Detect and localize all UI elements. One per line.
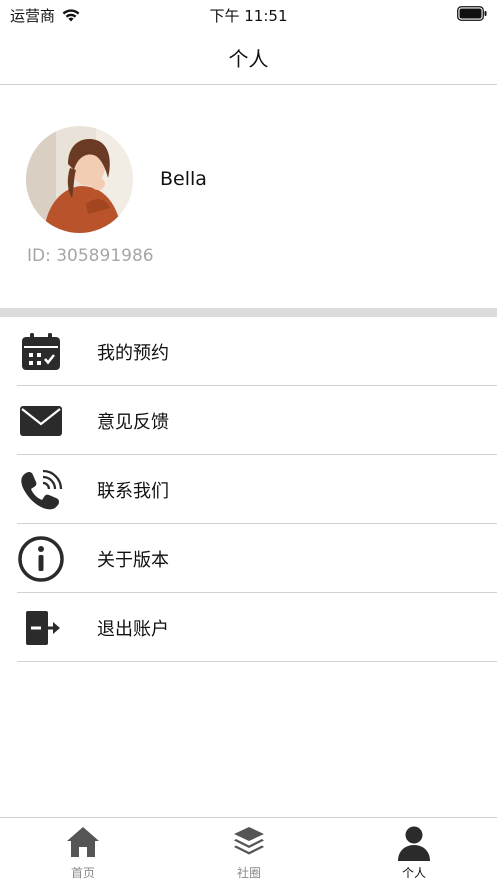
logout-icon (17, 607, 65, 649)
row-separator (17, 661, 497, 662)
avatar-photo (26, 126, 133, 233)
tab-profile[interactable]: 个人 (331, 818, 497, 883)
tab-community[interactable]: 社圈 (166, 818, 332, 883)
menu-item-about-version[interactable]: 关于版本 (0, 524, 497, 593)
phone-icon (17, 469, 65, 511)
profile-section: Bella ID: 305891986 (0, 86, 497, 308)
settings-menu: 我的预约 意见反馈 联系我们 关于版本 退出账户 (0, 317, 497, 662)
user-id: ID: 305891986 (27, 246, 154, 266)
tab-home[interactable]: 首页 (0, 818, 166, 883)
menu-label-feedback: 意见反馈 (97, 412, 169, 433)
mail-icon (17, 400, 65, 442)
layers-icon (166, 825, 332, 861)
tab-label-profile: 个人 (401, 866, 426, 880)
person-icon (331, 825, 497, 861)
menu-label-about-version: 关于版本 (97, 550, 169, 571)
menu-label-contact: 联系我们 (97, 481, 169, 502)
tab-label-community: 社圈 (236, 866, 261, 880)
calendar-icon (17, 331, 65, 373)
menu-item-appointments[interactable]: 我的预约 (0, 317, 497, 386)
menu-item-feedback[interactable]: 意见反馈 (0, 386, 497, 455)
menu-item-logout[interactable]: 退出账户 (0, 593, 497, 662)
battery-icon (457, 6, 487, 21)
menu-item-contact[interactable]: 联系我们 (0, 455, 497, 524)
tab-bar: 首页 社圈 个人 (0, 817, 497, 883)
page-title: 个人 (228, 47, 269, 71)
section-divider (0, 308, 497, 317)
navigation-bar: 个人 (0, 28, 497, 85)
info-icon (17, 536, 65, 582)
avatar[interactable] (26, 126, 133, 233)
status-time: 下午 11:51 (209, 7, 288, 25)
username: Bella (160, 168, 207, 190)
menu-label-logout: 退出账户 (97, 619, 169, 640)
home-icon (0, 825, 166, 861)
menu-label-appointments: 我的预约 (97, 343, 169, 364)
tab-label-home: 首页 (70, 866, 95, 880)
status-bar: 运营商 下午 11:51 (0, 0, 497, 28)
